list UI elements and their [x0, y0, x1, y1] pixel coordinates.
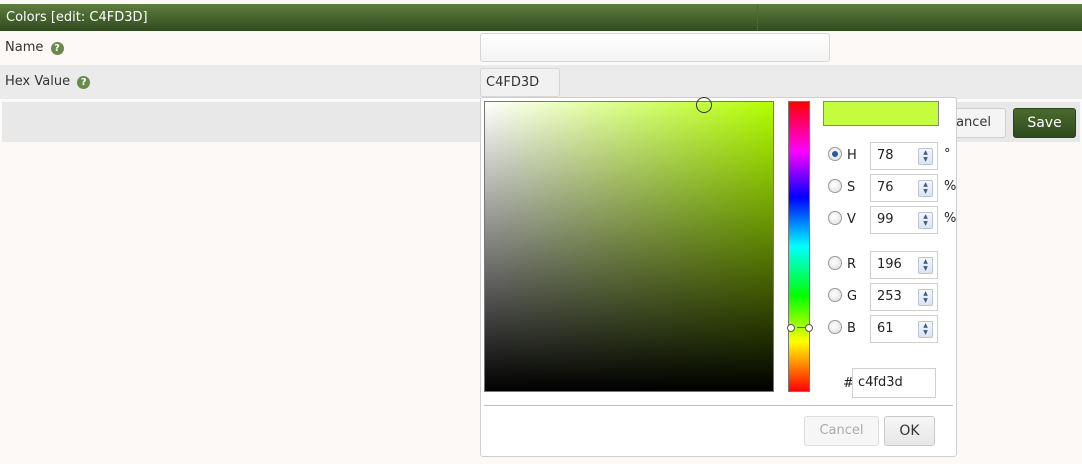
radio-r[interactable]	[828, 256, 842, 270]
field-label-h: H	[847, 148, 857, 163]
field-value-g: 253	[877, 289, 902, 304]
spinner-icon[interactable]: ▲ ▼	[918, 257, 933, 274]
radio-g[interactable]	[828, 288, 842, 302]
field-label-v: V	[847, 212, 856, 227]
radio-h[interactable]	[828, 147, 842, 161]
spinner-icon[interactable]: ▲ ▼	[918, 180, 933, 197]
help-icon[interactable]: ?	[77, 76, 91, 89]
spinner-icon[interactable]: ▲ ▼	[918, 321, 933, 338]
field-input-h[interactable]: 78 ▲ ▼	[870, 142, 938, 170]
hex-value-input[interactable]: C4FD3D	[480, 68, 560, 97]
window-title-bar: Colors [edit: C4FD3D]	[0, 4, 1082, 31]
field-label-g: G	[847, 289, 858, 304]
picker-hex-input[interactable]: c4fd3d	[852, 368, 936, 398]
field-label-b: B	[847, 321, 856, 336]
field-input-b[interactable]: 61 ▲ ▼	[870, 315, 938, 343]
picker-divider	[484, 405, 953, 406]
radio-v[interactable]	[828, 211, 842, 225]
hex-row: Hex Value ? C4FD3D	[0, 65, 1082, 99]
hue-slider-handle[interactable]	[787, 324, 813, 333]
radio-s[interactable]	[828, 179, 842, 193]
field-unit-h: °	[944, 147, 951, 162]
window-title: Colors [edit: C4FD3D]	[6, 10, 148, 25]
picker-ok-button[interactable]: OK	[884, 416, 935, 446]
field-unit-v: %	[944, 211, 957, 226]
saturation-value-area[interactable]	[484, 96, 774, 392]
field-input-v[interactable]: 99 ▲ ▼	[870, 206, 938, 234]
field-input-r[interactable]: 196 ▲ ▼	[870, 251, 938, 279]
name-label: Name	[5, 40, 44, 55]
sv-cursor-handle[interactable]	[695, 96, 712, 113]
radio-b[interactable]	[828, 320, 842, 334]
hue-slider[interactable]	[787, 101, 813, 392]
field-value-s: 76	[877, 180, 894, 195]
field-unit-s: %	[944, 179, 957, 194]
picker-cancel-button[interactable]: Cancel	[804, 416, 879, 446]
field-value-b: 61	[877, 321, 894, 336]
hex-label-wrap: Hex Value ?	[5, 65, 91, 99]
name-label-wrap: Name ?	[5, 31, 64, 65]
field-label-r: R	[847, 257, 857, 272]
field-input-g[interactable]: 253 ▲ ▼	[870, 283, 938, 311]
field-value-h: 78	[877, 148, 894, 163]
name-row: Name ?	[0, 31, 1082, 65]
save-button[interactable]: Save	[1013, 108, 1076, 138]
field-value-r: 196	[877, 257, 902, 272]
help-icon[interactable]: ?	[50, 42, 64, 55]
hex-label: Hex Value	[5, 74, 71, 89]
spinner-icon[interactable]: ▲ ▼	[918, 148, 933, 165]
current-color-swatch	[823, 101, 939, 126]
color-picker-dialog: H 78 ▲ ▼ ° S 76 ▲ ▼% V 99 ▲ ▼% R 196 ▲ ▼ G 253 ▲ ▼ B 61 ▲ ▼ # c4…	[480, 96, 957, 457]
name-input[interactable]	[480, 33, 830, 62]
field-label-s: S	[847, 180, 856, 195]
field-input-s[interactable]: 76 ▲ ▼	[870, 174, 938, 202]
field-value-v: 99	[877, 212, 894, 227]
title-divider	[757, 4, 758, 31]
spinner-icon[interactable]: ▲ ▼	[918, 289, 933, 306]
spinner-icon[interactable]: ▲ ▼	[918, 212, 933, 229]
